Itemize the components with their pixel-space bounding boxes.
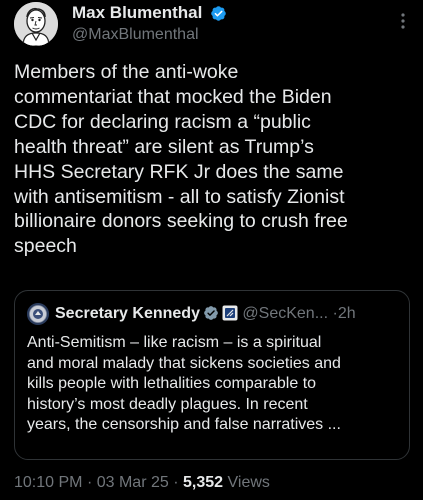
quoted-post-time[interactable]: 2h <box>338 305 356 322</box>
author-handle[interactable]: @MaxBlumenthal <box>72 25 372 45</box>
government-affiliation-icon <box>222 305 238 321</box>
quoted-post-text: Anti-Semitism – like racism – is a spiri… <box>27 334 341 433</box>
quoted-handle[interactable]: @SecKen... <box>242 305 328 322</box>
tweet: Max Blumenthal @MaxBlumenthal Members of… <box>0 0 423 500</box>
post-text: Members of the anti-woke commentariat th… <box>14 61 348 258</box>
author-info: Max Blumenthal @MaxBlumenthal <box>72 2 372 45</box>
caricature-avatar-image <box>14 2 58 46</box>
post-metadata: 10:10 PM · 03 Mar 25 · 5,352 Views <box>14 472 270 494</box>
author-avatar[interactable] <box>14 2 58 46</box>
meta-separator: · <box>173 474 179 491</box>
quoted-author-avatar[interactable] <box>27 303 49 325</box>
views-count: 5,352 <box>183 474 224 491</box>
meta-separator: · <box>86 474 93 491</box>
author-display-name[interactable]: Max Blumenthal <box>72 2 202 24</box>
verified-badge-icon <box>211 5 226 21</box>
government-badge-icon <box>204 306 218 320</box>
more-options-icon[interactable] <box>399 10 407 32</box>
quoted-avatar-image <box>27 303 49 325</box>
quoted-display-name[interactable]: Secretary Kennedy <box>55 305 200 322</box>
quoted-post-header: Secretary Kennedy @SecKen... ·2h <box>55 303 405 325</box>
post-time[interactable]: 10:10 PM <box>14 474 82 491</box>
quoted-post[interactable]: Secretary Kennedy @SecKen... ·2h Anti-Se… <box>14 290 410 460</box>
views-label: Views <box>227 474 270 491</box>
post-date[interactable]: 03 Mar 25 <box>97 474 169 491</box>
